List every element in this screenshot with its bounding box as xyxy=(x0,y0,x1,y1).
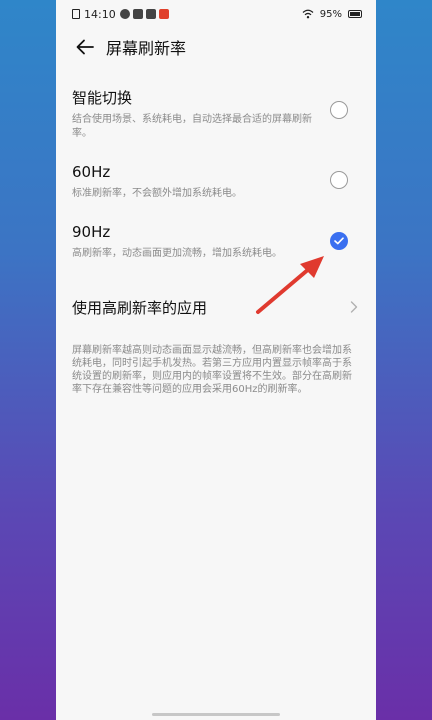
option-60hz[interactable]: 60Hz 标准刷新率，不会额外增加系统耗电。 xyxy=(56,162,376,222)
high-refresh-apps-link[interactable]: 使用高刷新率的应用 xyxy=(56,292,376,322)
sim-icon xyxy=(72,9,80,19)
battery-icon xyxy=(348,10,362,18)
message-notification-icon xyxy=(145,9,156,19)
app-notification-icon xyxy=(119,9,130,19)
option-label: 智能切换 xyxy=(72,89,133,107)
refresh-rate-note: 屏幕刷新率越高则动态画面显示越流畅，但高刷新率也会增加系统耗电，同时引起手机发热… xyxy=(72,345,352,395)
home-indicator[interactable] xyxy=(152,713,280,716)
back-arrow-icon xyxy=(76,39,94,55)
wifi-icon xyxy=(302,9,314,19)
option-label: 60Hz xyxy=(72,163,111,181)
page-title: 屏幕刷新率 xyxy=(106,39,187,58)
link-label: 使用高刷新率的应用 xyxy=(72,298,208,317)
app-header: 屏幕刷新率 xyxy=(56,28,376,66)
radio-smart-switch[interactable] xyxy=(330,101,348,119)
settings-screen: 14:10 95% 屏幕刷新率 智能切换 结合使用场景、系统耗电，自动选择最合适… xyxy=(56,0,376,720)
option-label: 90Hz xyxy=(72,223,111,241)
back-button[interactable] xyxy=(72,34,98,60)
option-description: 标准刷新率，不会额外增加系统耗电。 xyxy=(72,188,242,199)
video-notification-icon xyxy=(132,9,143,19)
chevron-right-icon xyxy=(350,301,358,313)
option-description: 高刷新率，动态画面更加流畅，增加系统耗电。 xyxy=(72,248,282,259)
battery-percent: 95% xyxy=(319,8,342,20)
refresh-rate-options: 智能切换 结合使用场景、系统耗电，自动选择最合适的屏幕刷新率。 60Hz 标准刷… xyxy=(56,88,376,282)
checkmark-icon xyxy=(334,237,344,245)
news-notification-icon xyxy=(158,9,169,19)
option-90hz[interactable]: 90Hz 高刷新率，动态画面更加流畅，增加系统耗电。 xyxy=(56,222,376,282)
status-time: 14:10 xyxy=(84,7,116,21)
status-bar: 14:10 95% xyxy=(56,0,376,28)
option-smart-switch[interactable]: 智能切换 结合使用场景、系统耗电，自动选择最合适的屏幕刷新率。 xyxy=(56,88,376,148)
option-description: 结合使用场景、系统耗电，自动选择最合适的屏幕刷新率。 xyxy=(72,114,312,139)
radio-90hz[interactable] xyxy=(330,232,348,250)
radio-60hz[interactable] xyxy=(330,171,348,189)
